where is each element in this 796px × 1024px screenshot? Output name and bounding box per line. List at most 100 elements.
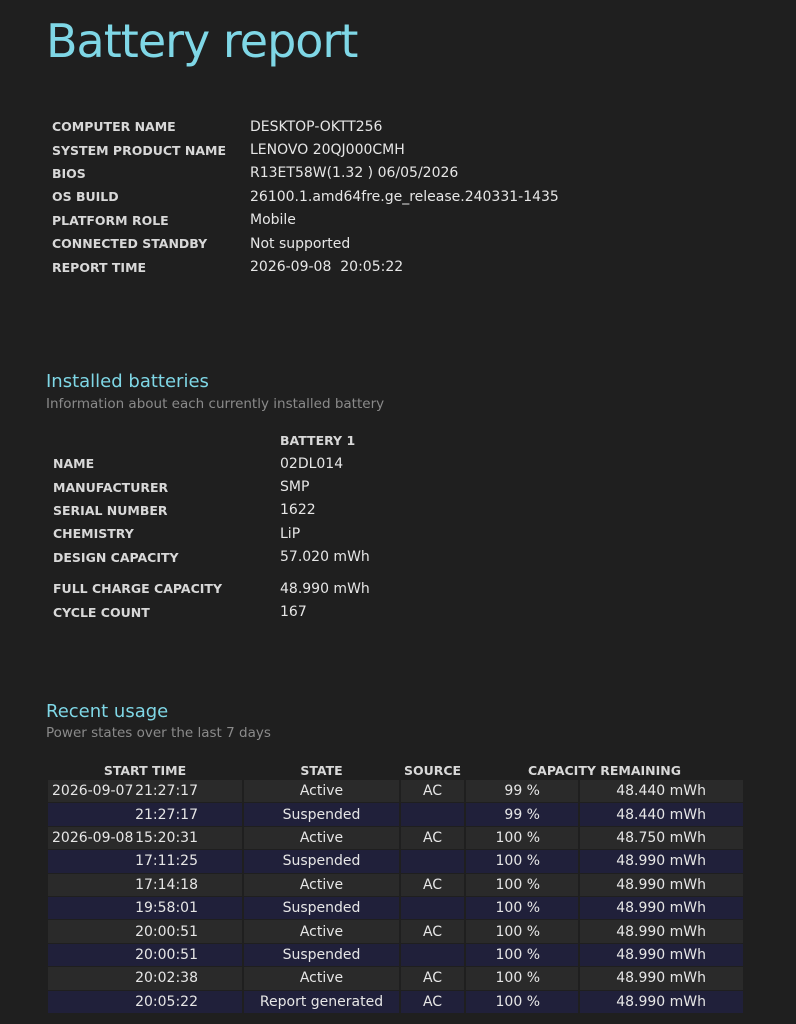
state-cell: Report generated bbox=[244, 990, 399, 1013]
battery-row: FULL CHARGE CAPACITY 48.990 mWh bbox=[53, 569, 370, 600]
start-time-cell: 2026-09-07 21:27:17 bbox=[48, 780, 242, 803]
battery-key: NAME bbox=[53, 456, 95, 472]
state-header: STATE bbox=[300, 762, 343, 778]
capacity-percent-cell: 100 % bbox=[466, 896, 578, 920]
recent-usage-subtitle: Power states over the last 7 days bbox=[46, 725, 271, 741]
table-row: 20:00:51 Active AC 100 % 48.990 mWh bbox=[48, 920, 743, 943]
battery-row: DESIGN CAPACITY 57.020 mWh bbox=[53, 546, 370, 569]
battery-row: MANUFACTURER SMP bbox=[53, 475, 370, 498]
capacity-mwh-cell: 48.990 mWh bbox=[580, 920, 743, 943]
table-row: 21:27:17 Suspended 99 % 48.440 mWh bbox=[48, 803, 743, 826]
start-time-header: START TIME bbox=[103, 762, 187, 778]
state-cell: Suspended bbox=[244, 943, 399, 967]
system-value: R13ET58W(1.32 ) 06/05/2026 bbox=[250, 165, 459, 182]
capacity-mwh-cell: 48.990 mWh bbox=[580, 896, 743, 920]
battery-column-header: BATTERY 1 bbox=[280, 433, 356, 448]
source-header: SOURCE bbox=[403, 762, 462, 778]
source-cell: AC bbox=[401, 990, 464, 1013]
table-row: 2026-09-08 15:20:31 Active AC 100 % 48.750 mW… bbox=[48, 826, 743, 850]
state-cell: Suspended bbox=[244, 850, 399, 873]
system-value: Not supported bbox=[250, 235, 351, 252]
capacity-percent-cell: 100 % bbox=[466, 920, 578, 943]
system-value: LENOVO 20QJ000CMH bbox=[250, 142, 405, 159]
source-cell: AC bbox=[401, 920, 464, 943]
time-text: 20:00:51 bbox=[135, 946, 198, 963]
source-cell: AC bbox=[401, 780, 464, 803]
time-text: 15:20:31 bbox=[135, 829, 198, 846]
battery-key: FULL CHARGE CAPACITY bbox=[53, 581, 222, 597]
system-value: Mobile bbox=[250, 212, 296, 229]
source-cell: AC bbox=[401, 967, 464, 990]
state-cell: Active bbox=[244, 920, 399, 943]
system-key: SYSTEM PRODUCT NAME bbox=[52, 142, 227, 158]
capacity-percent-cell: 100 % bbox=[466, 967, 578, 990]
capacity-header: CAPACITY REMAINING bbox=[527, 762, 682, 778]
capacity-mwh-cell: 48.440 mWh bbox=[580, 803, 743, 826]
system-row: OS BUILD 26100.1.amd64fre.ge_release.240… bbox=[52, 185, 559, 208]
system-row: SYSTEM PRODUCT NAME LENOVO 20QJ000CMH bbox=[52, 138, 559, 161]
capacity-percent-cell: 99 % bbox=[466, 803, 578, 826]
battery-row: CYCLE COUNT 167 bbox=[53, 600, 370, 623]
capacity-percent-cell: 100 % bbox=[466, 990, 578, 1013]
start-time-cell: 20:00:51 bbox=[48, 943, 242, 967]
table-row: 17:11:25 Suspended 100 % 48.990 mWh bbox=[48, 850, 743, 873]
time-text: 19:58:01 bbox=[135, 900, 198, 917]
battery-value: 02DL014 bbox=[280, 455, 344, 472]
state-cell: Active bbox=[244, 873, 399, 896]
capacity-mwh-cell: 48.990 mWh bbox=[580, 943, 743, 967]
start-time-cell: 19:58:01 bbox=[48, 896, 242, 920]
source-cell bbox=[401, 943, 464, 967]
battery-value: 48.990 mWh bbox=[280, 580, 370, 597]
capacity-mwh-cell: 48.750 mWh bbox=[580, 826, 743, 850]
start-time-cell: 21:27:17 bbox=[48, 803, 242, 826]
source-cell: AC bbox=[401, 873, 464, 896]
table-row: 20:00:51 Suspended 100 % 48.990 mWh bbox=[48, 943, 743, 967]
capacity-percent-cell: 100 % bbox=[466, 873, 578, 896]
usage-header-row: START TIME STATE SOURCE CAPACITY REMAINI… bbox=[48, 761, 743, 779]
recent-usage-table: START TIME STATE SOURCE CAPACITY REMAINI… bbox=[46, 760, 745, 1014]
capacity-percent-cell: 100 % bbox=[466, 943, 578, 967]
state-cell: Active bbox=[244, 780, 399, 803]
capacity-mwh-cell: 48.990 mWh bbox=[580, 990, 743, 1013]
system-key: OS BUILD bbox=[52, 189, 119, 205]
source-cell bbox=[401, 896, 464, 920]
date-text: 2026-09-08 bbox=[52, 829, 134, 846]
state-cell: Suspended bbox=[244, 803, 399, 826]
capacity-percent-cell: 100 % bbox=[466, 826, 578, 850]
capacity-mwh-cell: 48.990 mWh bbox=[580, 873, 743, 896]
table-row: 20:05:22 Report generated AC 100 % 48.990 mW… bbox=[48, 990, 743, 1013]
start-time-cell: 17:14:18 bbox=[48, 873, 242, 896]
system-key: COMPUTER NAME bbox=[52, 119, 176, 135]
battery-info-table: NAME 02DL014 MANUFACTURER SMP SERIAL NUM… bbox=[53, 452, 370, 624]
installed-batteries-subtitle: Information about each currently install… bbox=[46, 396, 385, 412]
system-row: PLATFORM ROLE Mobile bbox=[52, 209, 559, 232]
capacity-mwh-cell: 48.440 mWh bbox=[580, 780, 743, 803]
capacity-mwh-cell: 48.990 mWh bbox=[580, 850, 743, 873]
state-cell: Active bbox=[244, 967, 399, 990]
battery-value: 57.020 mWh bbox=[280, 549, 370, 566]
battery-row: CHEMISTRY LiP bbox=[53, 522, 370, 545]
battery-value: 167 bbox=[280, 604, 307, 621]
start-time-cell: 20:05:22 bbox=[48, 990, 242, 1013]
source-cell: AC bbox=[401, 826, 464, 850]
time-text: 21:27:17 bbox=[135, 806, 198, 823]
installed-batteries-title: Installed batteries bbox=[46, 371, 209, 392]
state-cell: Active bbox=[244, 826, 399, 850]
system-row: COMPUTER NAME DESKTOP-OKTT256 bbox=[52, 115, 559, 138]
system-row: CONNECTED STANDBY Not supported bbox=[52, 232, 559, 255]
battery-key: CHEMISTRY bbox=[53, 526, 134, 542]
page-title: Battery report bbox=[46, 14, 358, 68]
table-row: 20:02:38 Active AC 100 % 48.990 mWh bbox=[48, 967, 743, 990]
start-time-cell: 17:11:25 bbox=[48, 850, 242, 873]
time-text: 17:11:25 bbox=[135, 853, 198, 870]
source-cell bbox=[401, 803, 464, 826]
state-cell: Suspended bbox=[244, 896, 399, 920]
battery-key: SERIAL NUMBER bbox=[53, 502, 168, 518]
system-key: REPORT TIME bbox=[52, 259, 147, 275]
recent-usage-title: Recent usage bbox=[46, 701, 169, 722]
battery-value: SMP bbox=[280, 479, 310, 496]
time-text: 17:14:18 bbox=[135, 876, 198, 893]
usage-body: 2026-09-07 21:27:17 Active AC 99 % 48.440 mWh… bbox=[48, 780, 743, 1013]
battery-row: NAME 02DL014 bbox=[53, 452, 370, 475]
battery-value: 1622 bbox=[280, 502, 316, 519]
